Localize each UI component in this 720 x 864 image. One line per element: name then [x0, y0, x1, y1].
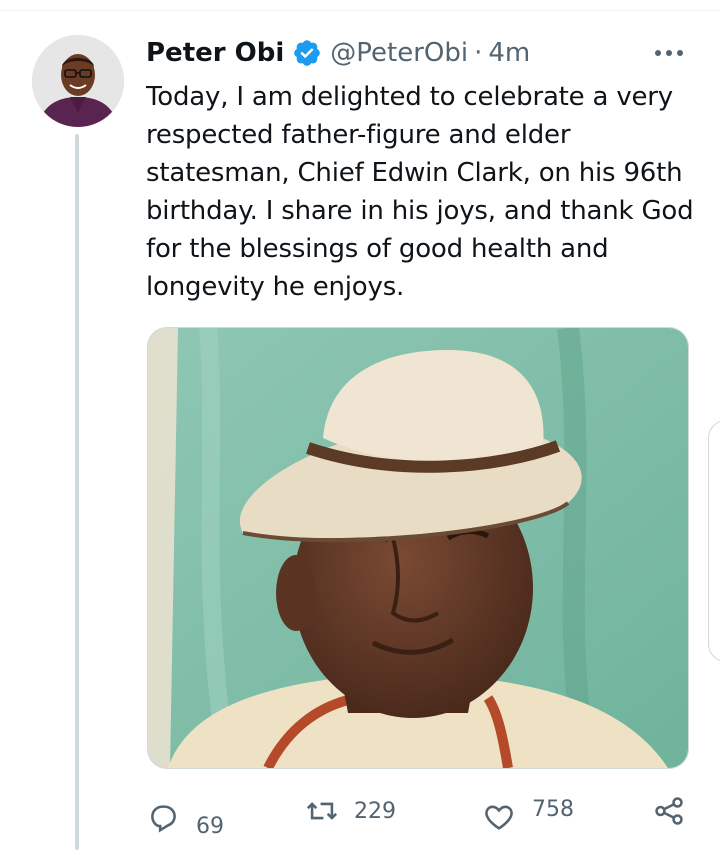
more-options-icon[interactable]: [652, 42, 686, 64]
like-button[interactable]: 758: [482, 790, 574, 834]
share-button[interactable]: [652, 794, 686, 828]
separator-dot: ·: [474, 38, 483, 68]
share-icon: [652, 794, 686, 828]
side-card: [708, 420, 720, 662]
heart-icon: [482, 800, 516, 834]
author-name[interactable]: Peter Obi: [146, 38, 284, 68]
avatar[interactable]: [32, 35, 124, 127]
action-bar: 69 229 758: [146, 790, 696, 839]
thread-line: [75, 134, 79, 850]
verified-badge-icon: [292, 38, 322, 68]
reply-count: 69: [196, 814, 224, 839]
author-handle[interactable]: @PeterObi: [330, 38, 468, 68]
timestamp[interactable]: 4m: [488, 38, 530, 68]
reply-button[interactable]: 69: [146, 794, 224, 839]
retweet-icon: [304, 794, 340, 828]
retweet-count: 229: [354, 798, 396, 824]
retweet-button[interactable]: 229: [304, 794, 396, 828]
tweet-photo[interactable]: [147, 327, 689, 769]
tweet-text: Today, I am delighted to celebrate a ver…: [146, 82, 694, 302]
like-count: 758: [532, 796, 574, 822]
tweet-header: Peter Obi @PeterObi · 4m: [146, 36, 530, 70]
reply-icon: [146, 800, 180, 834]
top-divider: [0, 0, 720, 11]
